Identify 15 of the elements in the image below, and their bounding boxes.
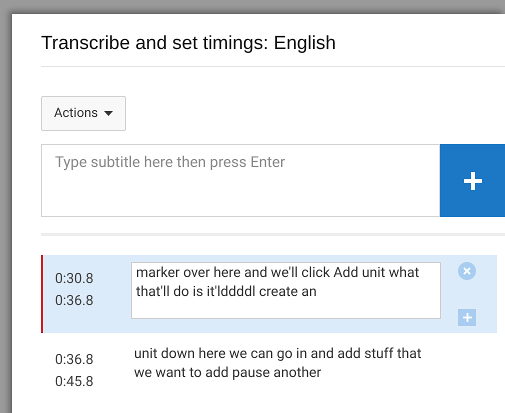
start-time: 0:36.8 (55, 351, 94, 370)
caret-icon (104, 111, 114, 116)
delete-icon[interactable] (458, 262, 476, 280)
start-time: 0:30.8 (55, 270, 94, 289)
subtitle-row-selected[interactable]: 0:30.8 0:36.8 marker over here and we'll click Add unit what that'll do is it'lddddl create an (41, 255, 497, 333)
end-time: 0:45.8 (55, 373, 94, 392)
plus-icon (464, 172, 482, 190)
end-time: 0:36.8 (55, 292, 94, 311)
dialog-title: Transcribe and set timings: English (41, 32, 337, 56)
insert-icon[interactable] (458, 309, 476, 326)
subtitle-input[interactable]: Type subtitle here then press Enter (41, 144, 440, 217)
subtitle-text-field[interactable]: marker over here and we'll click Add unit what that'll do is it'lddddl create an (131, 262, 441, 319)
subtitle-text: unit down here we can go in and add stuff that we want to add pause another (133, 345, 422, 383)
actions-button[interactable]: Actions (41, 96, 126, 131)
add-button[interactable] (440, 144, 505, 217)
